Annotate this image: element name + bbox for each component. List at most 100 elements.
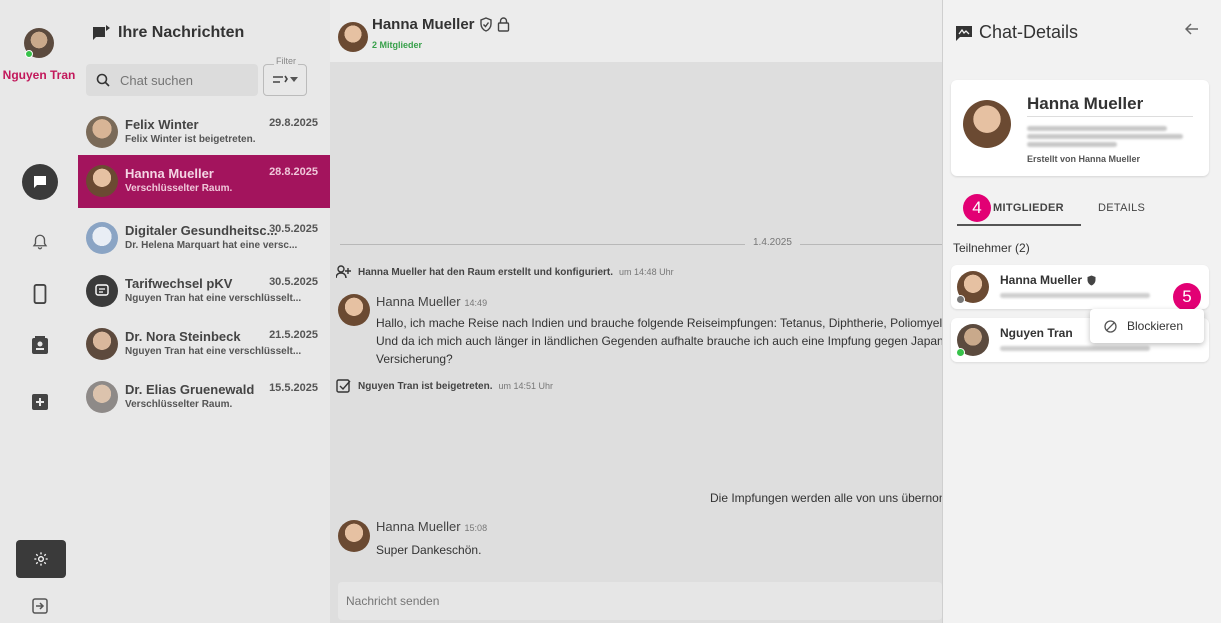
chats-nav-button[interactable] — [22, 164, 58, 200]
conversation-item[interactable]: Digitaler Gesundheitsc... 30.5.2025 Dr. … — [78, 212, 330, 265]
member-name: Nguyen Tran — [1000, 326, 1073, 340]
conversation-date: 15.5.2025 — [269, 382, 318, 394]
conversation-preview: Dr. Helena Marquart hat eine versc... — [125, 240, 298, 251]
details-header: Chat-Details — [955, 22, 1078, 43]
avatar — [86, 116, 118, 148]
conversation-item[interactable]: Felix Winter 29.8.2025 Felix Winter ist … — [78, 106, 330, 159]
conversation-item[interactable]: Dr. Elias Gruenewald 15.5.2025 Verschlüs… — [78, 371, 330, 424]
conversation-preview: Verschlüsselter Raum. — [125, 183, 233, 194]
chat-bubble-icon — [95, 284, 109, 296]
conversation-preview: Verschlüsselter Raum. — [125, 399, 233, 410]
settings-button[interactable] — [16, 540, 66, 578]
message-input[interactable] — [346, 594, 906, 608]
message-line: Und da ich mich auch länger in ländliche… — [376, 334, 942, 348]
conversation-item[interactable]: Tarifwechsel pKV 30.5.2025 Nguyen Tran h… — [78, 265, 330, 318]
redacted-id — [1000, 293, 1150, 298]
notifications-nav-button[interactable] — [22, 224, 58, 260]
message-line: Versicherung? — [376, 352, 453, 366]
avatar — [86, 222, 118, 254]
event-time: um 14:48 Uhr — [619, 267, 674, 277]
verified-shield-icon — [479, 17, 492, 32]
status-dot — [956, 348, 965, 357]
member-name-row: Hanna Mueller — [1000, 273, 1097, 287]
divider — [1027, 116, 1193, 117]
member-item[interactable]: Hanna Mueller — [951, 265, 1209, 309]
outgoing-message: Die Impfungen werden alle von uns überno… — [710, 491, 959, 505]
lock-icon — [497, 17, 509, 32]
status-dot — [956, 295, 965, 304]
conversation-date: 30.5.2025 — [269, 223, 318, 235]
avatar — [86, 381, 118, 413]
message-avatar[interactable] — [338, 520, 370, 552]
phone-icon — [33, 284, 47, 304]
message-body: Super Dankeschön. — [376, 543, 482, 557]
chat-title-row: Hanna Mueller — [372, 16, 510, 33]
member-joined-event: Nguyen Tran ist beigetreten. um 14:51 Uh… — [336, 378, 553, 394]
member-name: Hanna Mueller — [1000, 273, 1083, 287]
conversation-date: 30.5.2025 — [269, 276, 318, 288]
event-text: Hanna Mueller hat den Raum erstellt und … — [358, 266, 614, 278]
user-name: Nguyen Tran — [2, 68, 76, 82]
chat-details-icon — [956, 25, 972, 41]
details-title: Chat-Details — [979, 22, 1079, 42]
checkbox-icon — [336, 379, 351, 393]
conversation-date: 21.5.2025 — [269, 329, 318, 341]
block-menu-item[interactable]: Blockieren — [1090, 309, 1204, 343]
gear-icon — [34, 552, 48, 566]
message-author: Hanna Mueller — [376, 294, 461, 309]
list-title: Ihre Nachrichten — [118, 24, 245, 41]
conversation-name: Dr. Nora Steinbeck — [125, 329, 241, 344]
active-tab-indicator — [957, 224, 1081, 226]
bell-icon — [32, 234, 48, 250]
conversation-item-selected[interactable]: Hanna Mueller 28.8.2025 Verschlüsselter … — [78, 155, 330, 208]
chat-avatar[interactable] — [338, 22, 368, 52]
message-avatar[interactable] — [338, 294, 370, 326]
step-badge-5: 5 — [1173, 283, 1201, 311]
conversation-date: 28.8.2025 — [269, 166, 318, 178]
step-badge-4: 4 — [963, 194, 991, 222]
new-chat-nav-button[interactable] — [22, 384, 58, 420]
chat-area: Hanna Mueller 2 Mitglieder 1.4.2025 Hann… — [330, 0, 959, 623]
filter-dropdown[interactable] — [263, 64, 307, 96]
online-status-dot — [25, 50, 33, 58]
chevron-down-icon — [290, 77, 298, 82]
search-input[interactable] — [120, 72, 240, 88]
search-icon — [96, 73, 110, 87]
filter-icon — [273, 75, 288, 83]
conversation-preview: Felix Winter ist beigetreten. — [125, 134, 256, 145]
redacted-id — [1027, 142, 1117, 147]
message-time: 14:49 — [464, 298, 488, 308]
tab-members[interactable]: MITGLIEDER — [993, 202, 1064, 214]
user-avatar[interactable] — [24, 28, 54, 58]
message-time: 15:08 — [464, 523, 488, 533]
app-rail: Nguyen Tran — [0, 0, 78, 623]
event-time: um 14:51 Uhr — [498, 381, 554, 391]
message-author: Hanna Mueller — [376, 519, 461, 534]
contact-card-icon — [32, 336, 48, 354]
contact-card: Hanna Mueller Erstellt von Hanna Mueller — [951, 80, 1209, 176]
devices-nav-button[interactable] — [22, 276, 58, 312]
avatar — [86, 328, 118, 360]
logout-icon — [32, 598, 48, 614]
filter-label: Filter — [274, 56, 298, 66]
tab-details[interactable]: DETAILS — [1098, 202, 1145, 214]
close-details-button[interactable] — [1184, 22, 1199, 40]
conversation-date: 29.8.2025 — [269, 117, 318, 129]
logout-button[interactable] — [22, 588, 58, 623]
message-author-row: Hanna Mueller 14:49 — [376, 294, 487, 309]
add-square-icon — [32, 394, 48, 410]
member-count[interactable]: 2 Mitglieder — [372, 40, 422, 50]
chat-title: Hanna Mueller — [372, 16, 475, 33]
message-body: Hallo, ich mache Reise nach Indien und b… — [376, 314, 942, 368]
message-composer[interactable] — [338, 582, 942, 620]
conversation-item[interactable]: Dr. Nora Steinbeck 21.5.2025 Nguyen Tran… — [78, 318, 330, 371]
group-avatar — [86, 275, 118, 307]
chat-search[interactable] — [86, 64, 258, 96]
created-by: Erstellt von Hanna Mueller — [1027, 154, 1141, 164]
conversation-name: Digitaler Gesundheitsc... — [125, 223, 278, 238]
chat-bubble-icon — [34, 176, 46, 188]
conversation-preview: Nguyen Tran hat eine verschlüsselt... — [125, 346, 302, 357]
message-line: Hallo, ich mache Reise nach Indien und b… — [376, 316, 942, 330]
admin-shield-icon — [1087, 275, 1096, 285]
contacts-nav-button[interactable] — [22, 328, 58, 364]
